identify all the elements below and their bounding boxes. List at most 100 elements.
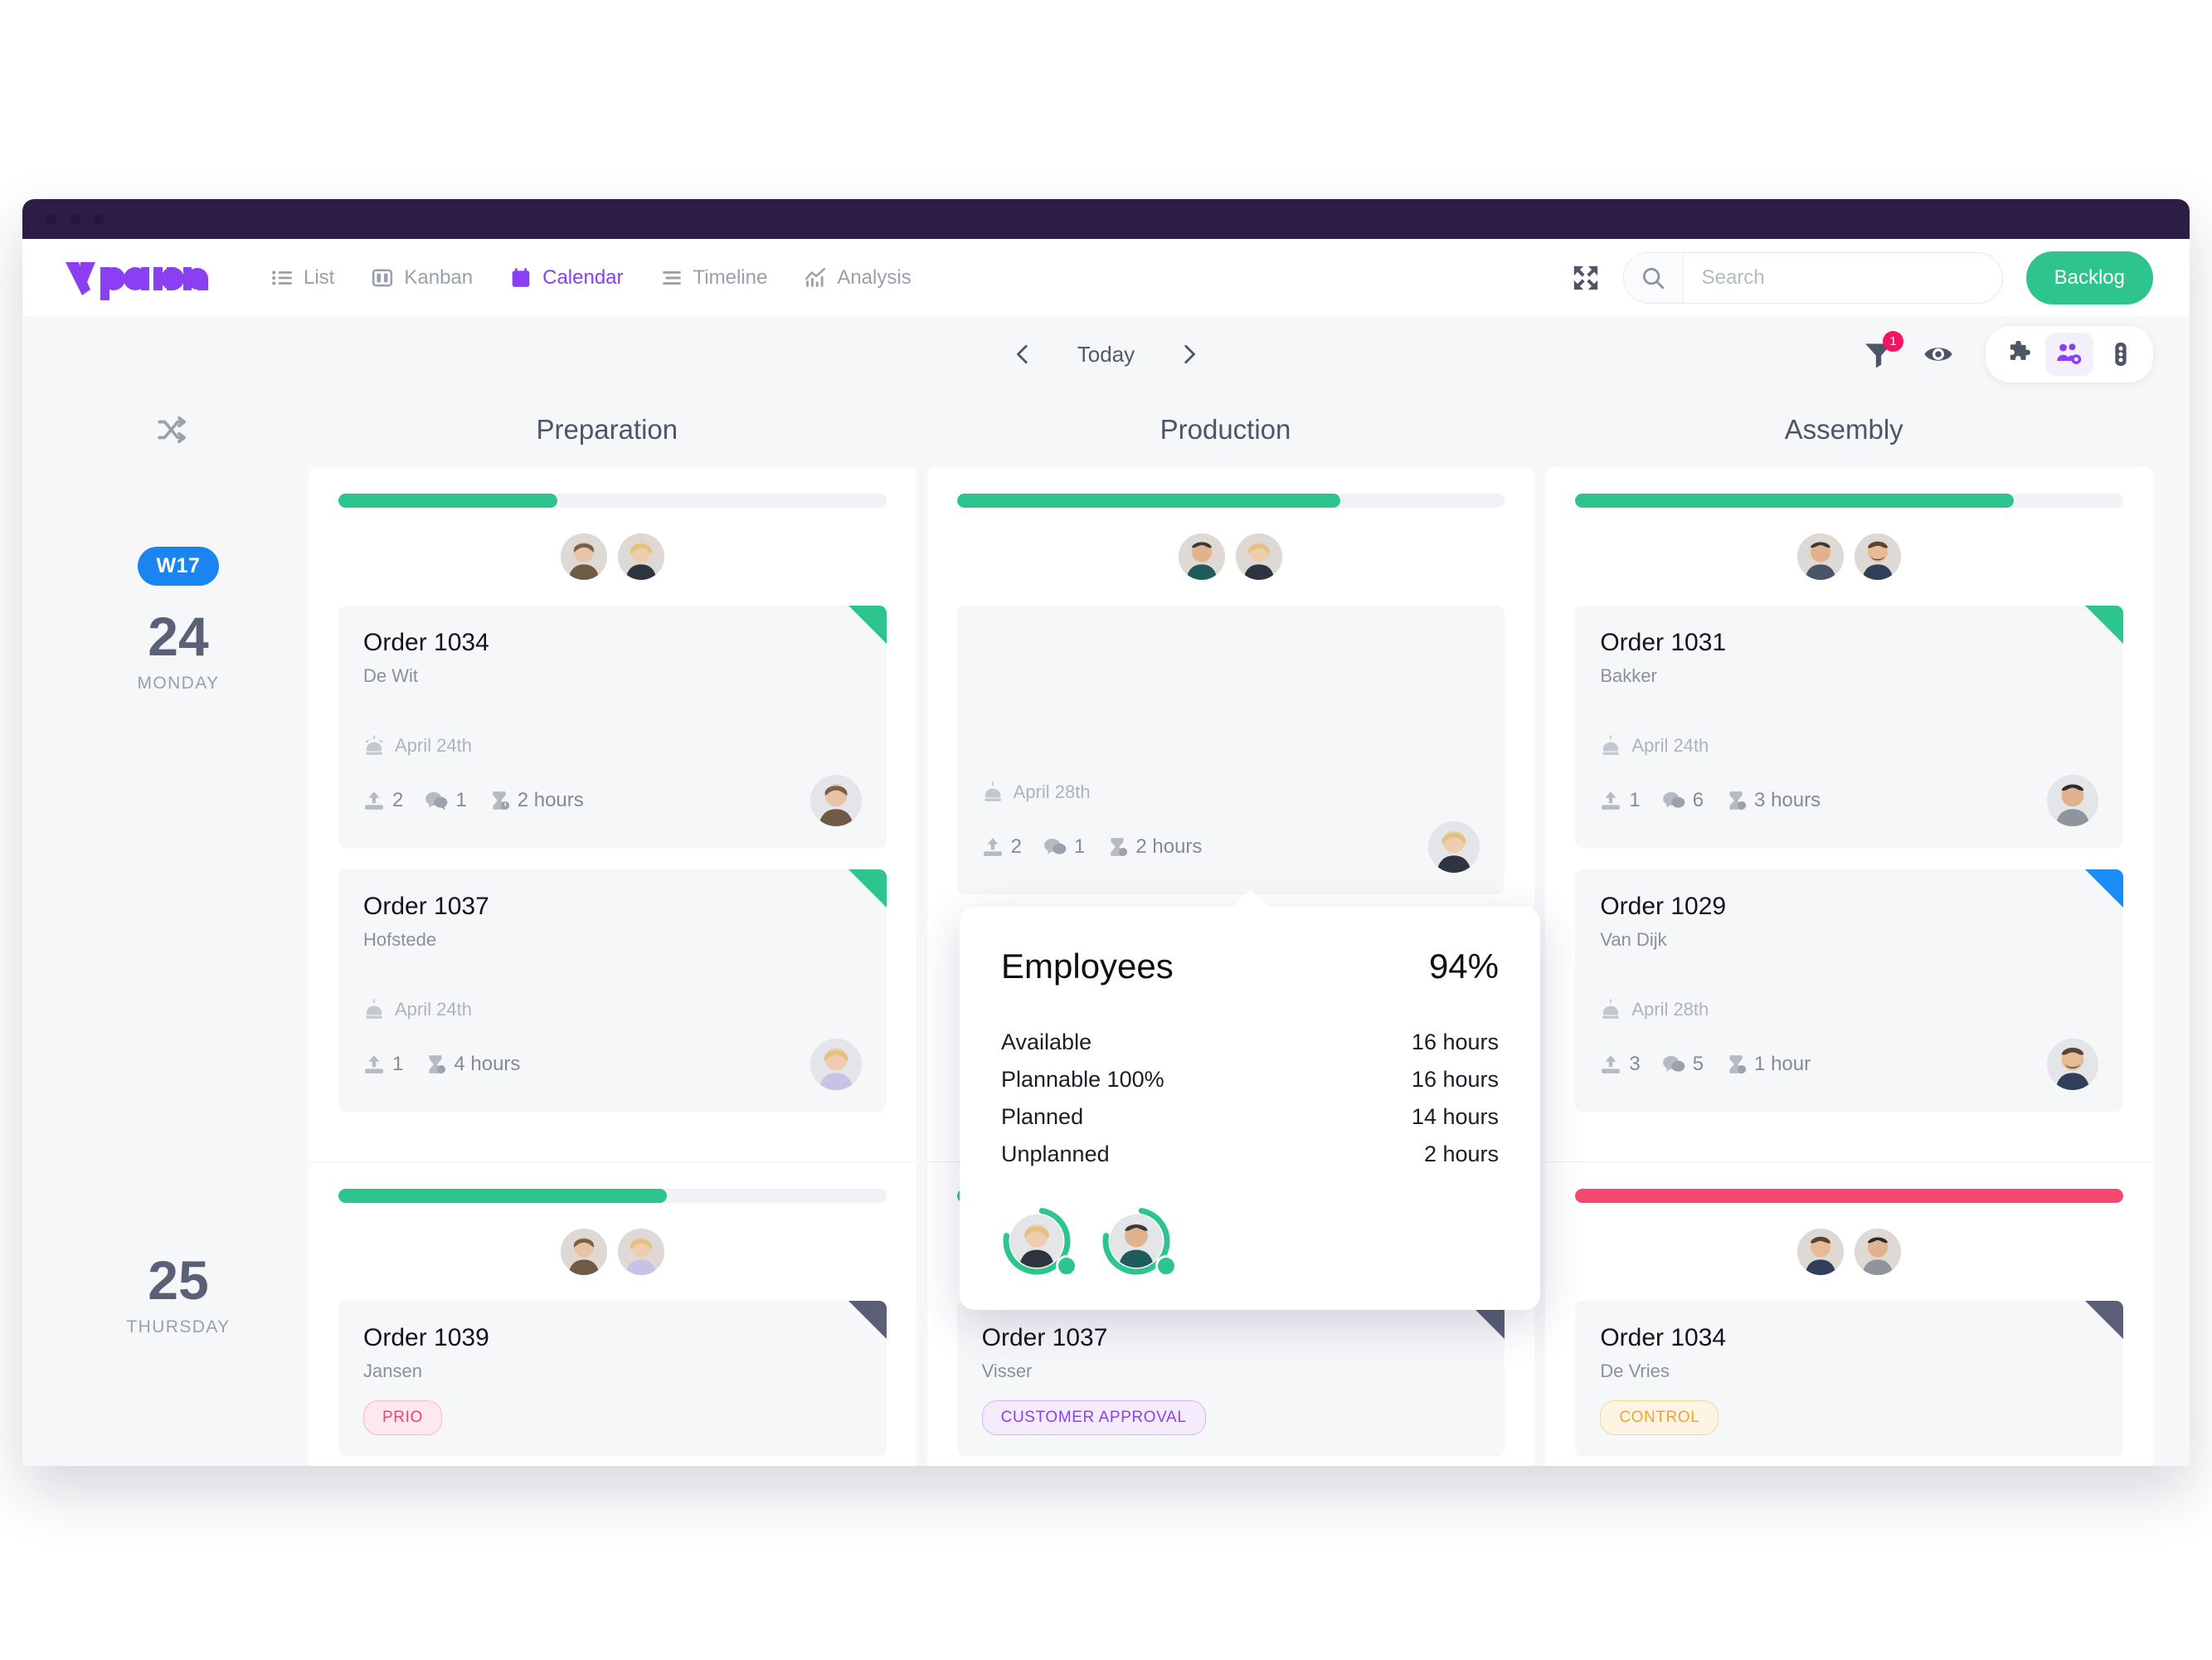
hourglass-icon bbox=[493, 791, 509, 810]
nav-label-kanban: Kanban bbox=[404, 265, 474, 289]
order-title: Order 1037 bbox=[981, 1324, 1108, 1351]
capacity-bar bbox=[1575, 494, 2123, 508]
people-gear-icon bbox=[2057, 343, 2082, 364]
order-card[interactable]: Order 1031 Bakker April 24th 1 6 3 hours bbox=[1575, 606, 2123, 848]
resources-puzzle-button[interactable] bbox=[1994, 333, 2042, 376]
cell-preparation-24: Order 1034 De Wit April 24th 2 1 2 hours… bbox=[309, 467, 916, 1161]
filter-button[interactable]: 1 bbox=[1863, 331, 1903, 370]
order-card[interactable]: Order 1039 Jansen PRIO bbox=[338, 1301, 887, 1457]
cell-avatars bbox=[1575, 531, 2123, 582]
nav-item-list[interactable]: List bbox=[271, 266, 334, 290]
assignee-avatar[interactable] bbox=[2047, 1039, 2098, 1090]
order-due-date: April 28th bbox=[982, 781, 1480, 803]
avatar[interactable] bbox=[1852, 1226, 1904, 1278]
order-title: Order 1037 bbox=[363, 893, 489, 920]
avatar[interactable] bbox=[1176, 531, 1228, 582]
chevron-right-icon[interactable] bbox=[1178, 343, 1199, 365]
stat-label: Planned bbox=[1001, 1104, 1084, 1129]
status-ribbon bbox=[848, 869, 887, 908]
uploads-meta: 2 bbox=[363, 789, 403, 812]
nav-item-kanban[interactable]: Kanban bbox=[372, 266, 473, 290]
avatar[interactable] bbox=[1795, 531, 1847, 582]
week-pill: W17 bbox=[137, 547, 220, 586]
stat-label: Available bbox=[1001, 1030, 1092, 1054]
avatar[interactable] bbox=[1795, 1226, 1847, 1278]
search-bar[interactable] bbox=[1622, 251, 2003, 304]
assignee-avatar[interactable] bbox=[809, 775, 862, 826]
popover-title: Employees bbox=[1001, 947, 1174, 986]
uploads-meta: 2 bbox=[982, 835, 1022, 859]
window-close-button[interactable] bbox=[46, 213, 56, 225]
status-button[interactable] bbox=[2097, 333, 2145, 376]
shuffle-cell bbox=[59, 414, 298, 445]
comments-count: 1 bbox=[1074, 835, 1086, 858]
order-date-text: April 28th bbox=[1631, 999, 1709, 1020]
avatar[interactable] bbox=[615, 1226, 667, 1278]
list-icon bbox=[272, 270, 292, 285]
comments-count: 5 bbox=[1692, 1053, 1704, 1075]
nav-item-analysis[interactable]: Analysis bbox=[805, 265, 912, 290]
hours-meta: 2 hours bbox=[1106, 835, 1202, 859]
column-headers: Preparation Production Assembly bbox=[59, 392, 2153, 467]
order-card[interactable]: Order 1034 De Vries CONTROL bbox=[1575, 1301, 2123, 1457]
upload-icon bbox=[983, 838, 1002, 856]
hours-value: 2 hours bbox=[517, 789, 584, 811]
hours-value: 1 hour bbox=[1754, 1053, 1811, 1075]
employee-ring[interactable] bbox=[1101, 1205, 1177, 1277]
avatar[interactable] bbox=[557, 1226, 610, 1278]
window-maximize-button[interactable] bbox=[94, 213, 105, 225]
avatar[interactable] bbox=[1233, 531, 1286, 582]
uploads-meta: 1 bbox=[1600, 789, 1641, 812]
assignee-avatar[interactable] bbox=[809, 1039, 862, 1090]
status-dot bbox=[1056, 1255, 1077, 1277]
alarm-icon bbox=[365, 735, 383, 755]
popover-stat-row: Plannable 100% 16 hours bbox=[1001, 1067, 1499, 1093]
analysis-icon bbox=[805, 267, 826, 287]
employees-button[interactable] bbox=[2045, 333, 2093, 376]
nav-item-calendar[interactable]: Calendar bbox=[510, 266, 624, 290]
uploads-count: 3 bbox=[1629, 1053, 1641, 1075]
popover-stat-row: Available 16 hours bbox=[1001, 1030, 1499, 1055]
visibility-button[interactable] bbox=[1923, 338, 1954, 370]
order-title: Order 1031 bbox=[1600, 629, 1727, 656]
order-card[interactable]: Order 1029 Van Dijk April 28th 3 5 1 hou… bbox=[1575, 869, 2123, 1112]
nav-label-analysis: Analysis bbox=[837, 265, 912, 289]
order-card[interactable]: Order 1037 Visser CUSTOMER APPROVAL bbox=[956, 1301, 1505, 1457]
order-tag: PRIO bbox=[363, 1400, 442, 1435]
avatar[interactable] bbox=[1852, 531, 1904, 582]
employee-ring[interactable] bbox=[1001, 1205, 1077, 1277]
order-card[interactable]: Order 1034 De Wit April 24th 2 1 2 hours bbox=[338, 606, 887, 848]
hourglass-icon bbox=[1111, 838, 1128, 856]
order-title: Order 1039 bbox=[363, 1324, 489, 1351]
alarm-icon bbox=[984, 781, 1001, 801]
alarm-icon bbox=[1602, 999, 1620, 1019]
day-number: 24 bbox=[148, 606, 209, 667]
filter-badge: 1 bbox=[1883, 331, 1903, 352]
order-tag: CONTROL bbox=[1600, 1400, 1719, 1435]
stat-value: 14 hours bbox=[1411, 1104, 1499, 1129]
window-minimize-button[interactable] bbox=[70, 213, 80, 225]
chevron-left-icon[interactable] bbox=[1013, 343, 1034, 365]
status-ribbon bbox=[2085, 1301, 2123, 1339]
backlog-button[interactable]: Backlog bbox=[2025, 251, 2153, 304]
search-input[interactable] bbox=[1683, 252, 2002, 303]
today-button[interactable]: Today bbox=[1077, 342, 1135, 368]
app-header: List Kanban Calendar Timeline Analysis S… bbox=[22, 239, 2190, 316]
order-meta-row: 2 1 2 hours bbox=[982, 821, 1480, 873]
vplan-logo[interactable] bbox=[62, 253, 211, 303]
order-due-date: April 24th bbox=[363, 735, 862, 757]
order-customer: Hofstede bbox=[363, 929, 437, 950]
order-meta-row: 2 1 2 hours bbox=[363, 775, 862, 826]
order-card[interactable]: Order 1037 Hofstede April 24th 1 4 hours bbox=[338, 869, 887, 1112]
shuffle-icon[interactable] bbox=[157, 414, 188, 445]
hourglass-icon bbox=[1729, 1055, 1747, 1073]
assignee-avatar[interactable] bbox=[1428, 821, 1480, 873]
nav-item-timeline[interactable]: Timeline bbox=[661, 266, 767, 290]
order-card[interactable]: April 28th 2 1 2 hours bbox=[956, 606, 1505, 894]
comment-icon bbox=[1662, 791, 1685, 808]
expand-icon[interactable] bbox=[1572, 264, 1600, 292]
avatar[interactable] bbox=[557, 531, 610, 582]
hourglass-icon bbox=[1729, 791, 1747, 810]
avatar[interactable] bbox=[615, 531, 667, 582]
assignee-avatar[interactable] bbox=[2047, 775, 2098, 826]
